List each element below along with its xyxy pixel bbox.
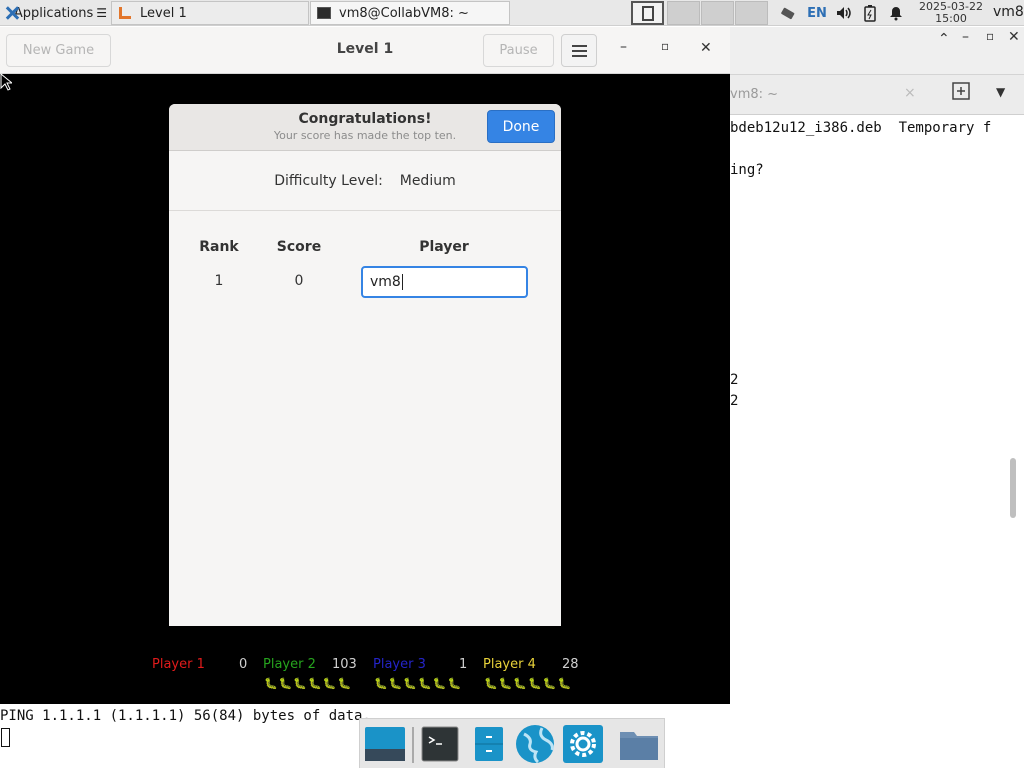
task-label: Level 1 bbox=[140, 5, 187, 21]
xfce-logo-icon bbox=[5, 6, 11, 20]
terminal-tab-title[interactable]: vm8: ~ bbox=[730, 87, 778, 102]
applications-label: Applications bbox=[13, 5, 94, 21]
user-menu[interactable]: vm8 bbox=[993, 4, 1024, 20]
player4-score: 28 bbox=[562, 657, 579, 672]
terminal-icon[interactable] bbox=[420, 724, 462, 764]
minimize-icon[interactable]: – bbox=[620, 39, 627, 55]
divider bbox=[169, 210, 561, 211]
player3-score: 1 bbox=[459, 657, 468, 672]
terminal-ping-line: PING 1.1.1.1 (1.1.1.1) 56(84) bytes of d… bbox=[0, 708, 371, 724]
clock[interactable]: 2025-03-22 15:00 bbox=[912, 1, 990, 25]
clock-time: 15:00 bbox=[935, 12, 967, 25]
rank-cell: 1 bbox=[214, 273, 224, 289]
maximize-icon[interactable]: ▫ bbox=[986, 29, 994, 43]
difficulty-value: Medium bbox=[399, 173, 456, 189]
player2-name: Player 2 bbox=[263, 657, 316, 672]
taskbar-item-terminal[interactable]: vm8@CollabVM8: ~ bbox=[310, 1, 510, 25]
player3-name: Player 3 bbox=[373, 657, 426, 672]
file-cabinet-icon[interactable] bbox=[470, 724, 512, 764]
dock bbox=[359, 718, 665, 768]
terminal-scrollbar[interactable] bbox=[1010, 458, 1016, 518]
top-panel: Applications ☰ Level 1 vm8@CollabVM8: ~ … bbox=[0, 0, 1024, 26]
player-name-input[interactable]: vm8 bbox=[361, 266, 528, 298]
column-header-score: Score bbox=[276, 239, 322, 255]
workspace-2[interactable] bbox=[667, 1, 700, 25]
task-label: vm8@CollabVM8: ~ bbox=[339, 5, 469, 21]
player4-lives-icons: 🐛🐛🐛🐛🐛🐛 bbox=[484, 677, 573, 690]
folder-icon[interactable] bbox=[618, 724, 660, 764]
player2-lives-icons: 🐛🐛🐛🐛🐛🐛 bbox=[264, 677, 353, 690]
minimize-icon[interactable]: – bbox=[962, 29, 969, 45]
terminal-line: ing? bbox=[730, 162, 764, 178]
workspace-3[interactable] bbox=[701, 1, 734, 25]
desktop-icon[interactable] bbox=[364, 724, 406, 764]
close-icon[interactable]: ✕ bbox=[1008, 29, 1020, 45]
volume-icon[interactable] bbox=[832, 0, 856, 26]
column-header-rank: Rank bbox=[199, 239, 239, 255]
difficulty-row: Difficulty Level: Medium bbox=[169, 173, 561, 189]
game-headerbar: New Game Level 1 Pause – ▫ ✕ bbox=[0, 27, 730, 74]
menu-icon: ☰ bbox=[96, 6, 107, 20]
terminal-app-icon bbox=[317, 7, 331, 19]
game-app-icon bbox=[118, 6, 132, 20]
done-button[interactable]: Done bbox=[487, 110, 555, 143]
workspace-4[interactable] bbox=[735, 1, 768, 25]
workspace-1[interactable] bbox=[631, 1, 664, 25]
new-tab-icon[interactable] bbox=[952, 82, 970, 104]
tab-close-icon[interactable]: × bbox=[904, 85, 916, 101]
new-game-button[interactable]: New Game bbox=[6, 34, 111, 67]
terminal-titlebar: ⌃ – ▫ ✕ bbox=[728, 27, 1024, 75]
window-title: Level 1 bbox=[336, 41, 394, 57]
player4-name: Player 4 bbox=[483, 657, 536, 672]
high-score-dialog: Congratulations! Your score has made the… bbox=[169, 104, 561, 626]
dialog-header: Congratulations! Your score has made the… bbox=[169, 104, 561, 151]
hamburger-menu-button[interactable] bbox=[561, 34, 597, 67]
text-caret bbox=[401, 274, 403, 290]
workspace-window-icon bbox=[642, 6, 654, 21]
terminal-cursor bbox=[1, 728, 10, 747]
chevron-up-icon[interactable]: ⌃ bbox=[938, 31, 950, 47]
player2-score: 103 bbox=[332, 657, 357, 672]
player-name-value: vm8 bbox=[370, 274, 401, 290]
mouse-cursor-icon bbox=[0, 72, 14, 95]
terminal-line: 2 bbox=[730, 393, 739, 409]
terminal-line: 2 bbox=[730, 372, 739, 388]
dock-separator bbox=[412, 727, 414, 763]
desktop: Applications ☰ Level 1 vm8@CollabVM8: ~ … bbox=[0, 0, 1024, 768]
tab-menu-chevron-icon[interactable]: ▼ bbox=[996, 85, 1005, 99]
settings-icon[interactable] bbox=[562, 724, 604, 764]
maximize-icon[interactable]: ▫ bbox=[661, 39, 669, 53]
network-icon[interactable] bbox=[778, 0, 802, 26]
keyboard-layout-indicator[interactable]: EN bbox=[805, 0, 829, 26]
web-browser-icon[interactable] bbox=[514, 724, 556, 764]
battery-icon[interactable] bbox=[858, 0, 882, 26]
player1-name: Player 1 bbox=[152, 657, 205, 672]
score-cell: 0 bbox=[294, 273, 304, 289]
pause-button[interactable]: Pause bbox=[483, 34, 554, 67]
taskbar-item-level1[interactable]: Level 1 bbox=[111, 1, 309, 25]
terminal-tabbar: vm8: ~ × ▼ bbox=[728, 75, 1024, 115]
applications-menu[interactable]: Applications ☰ bbox=[2, 2, 110, 24]
close-icon[interactable]: ✕ bbox=[700, 40, 712, 56]
player3-lives-icons: 🐛🐛🐛🐛🐛🐛 bbox=[374, 677, 463, 690]
notification-bell-icon[interactable] bbox=[884, 0, 908, 26]
terminal-line: bdeb12u12_i386.deb Temporary f bbox=[730, 120, 992, 136]
player1-score: 0 bbox=[239, 657, 248, 672]
column-header-player: Player bbox=[419, 239, 469, 255]
difficulty-label: Difficulty Level: bbox=[274, 173, 383, 189]
